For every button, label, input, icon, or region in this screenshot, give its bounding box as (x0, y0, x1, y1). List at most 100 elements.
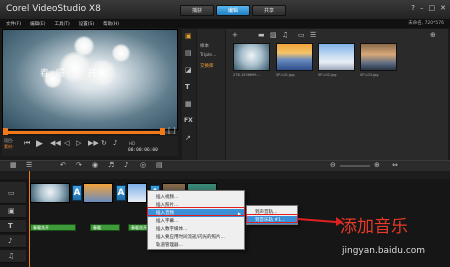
zoom-out-icon[interactable]: ⊖ (330, 162, 336, 169)
storyboard-view-icon[interactable]: ▦ (10, 162, 17, 169)
graphic-icon[interactable]: ▦ (185, 101, 192, 108)
menu-insert-digital-media[interactable]: 插入数字媒体... (148, 225, 244, 233)
menu-help[interactable]: 帮助(H) (103, 21, 119, 27)
window-controls: ? – □ ✕ (411, 4, 446, 12)
zoom-slider[interactable] (340, 165, 370, 167)
menu-tools[interactable]: 工具(T) (54, 21, 69, 27)
subtitle-icon[interactable]: ▤ (156, 162, 163, 169)
library-thumbnail[interactable] (360, 43, 397, 71)
transition-clip[interactable]: A (72, 185, 82, 201)
zoom-slider-icon[interactable]: ⊕ (430, 32, 436, 39)
timeline-toolbar (0, 160, 450, 171)
close-icon[interactable]: ✕ (440, 4, 446, 12)
menu-bar: 文件(F) 编辑(E) 工具(T) 设置(S) 帮助(H) (0, 19, 450, 28)
prev-icon[interactable]: ◁ (64, 140, 69, 147)
help-icon[interactable]: ? (411, 4, 415, 12)
transition-clip[interactable]: A (116, 185, 126, 201)
menu-settings[interactable]: 设置(S) (79, 21, 94, 27)
video-filter-icon[interactable]: ▬ (258, 32, 265, 39)
next-icon[interactable]: ▷ (76, 140, 81, 147)
fx-filter-icon[interactable]: FX (184, 118, 193, 124)
instant-project-icon[interactable]: ▤ (185, 50, 192, 57)
video-clip[interactable] (127, 183, 147, 203)
thumbnail-caption: SP-L02.jpg (318, 73, 337, 77)
sort-icon[interactable]: ☰ (310, 32, 316, 39)
fit-project-icon[interactable]: ⇔ (392, 162, 398, 169)
photo-filter-icon[interactable]: ▨ (270, 32, 277, 39)
project-info: 未命名, 720*576 (408, 21, 444, 26)
sound-mixer-icon[interactable]: ♬ (108, 162, 114, 169)
context-menu: 插入视频... 插入照片... 插入音频 ▶ 插入字幕... 插入数字媒体...… (147, 190, 245, 250)
highlight-box (246, 214, 298, 223)
menu-track-manager[interactable]: 轨道管理器... (148, 241, 244, 249)
menu-insert-timelapse[interactable]: 插入要应用时间流逝/闪光的照片... (148, 233, 244, 241)
menu-insert-video[interactable]: 插入视频... (148, 193, 244, 201)
music-track-icon: ♫ (8, 252, 15, 260)
timeline-ruler[interactable] (0, 171, 450, 179)
clip-mode-label[interactable]: 素材- (4, 144, 13, 150)
transition-icon[interactable]: ◪ (185, 67, 192, 74)
folder-exchange[interactable]: 交换库 (200, 63, 214, 69)
tab-share[interactable]: 共享 (252, 5, 286, 16)
timeline-view-icon[interactable]: ☰ (26, 162, 32, 169)
library-thumbnail[interactable] (233, 43, 270, 71)
auto-music-icon[interactable]: ♪ (124, 162, 128, 169)
app-title: Corel VideoStudio X8 (6, 4, 101, 14)
menu-insert-subtitle[interactable]: 插入字幕... (148, 217, 244, 225)
title-clip[interactable]: 春暖花开 (30, 224, 76, 231)
title-clip[interactable]: 春暖 (90, 224, 120, 231)
trim-end-marker[interactable] (160, 128, 165, 135)
volume-icon[interactable]: ♪ (113, 140, 117, 147)
path-icon[interactable]: ↗ (185, 135, 191, 142)
bracket-icon[interactable]: [ ] (168, 128, 176, 135)
video-clip[interactable] (83, 183, 113, 203)
hd-label[interactable]: HD (129, 141, 135, 146)
menu-file[interactable]: 文件(F) (6, 21, 21, 27)
tab-capture[interactable]: 捕获 (180, 5, 214, 16)
motion-track-icon[interactable]: ◎ (140, 162, 146, 169)
media-icon[interactable]: ▣ (185, 33, 192, 40)
title-icon[interactable]: T (185, 84, 190, 91)
voice-track-header[interactable] (0, 235, 26, 248)
play-icon[interactable]: ▶ (36, 140, 43, 149)
undo-icon[interactable]: ↶ (60, 162, 66, 169)
redo-icon[interactable]: ↷ (76, 162, 82, 169)
audio-filter-icon[interactable]: ♫ (282, 32, 288, 39)
prev-frame-icon[interactable]: ◀◀ (50, 140, 61, 147)
preview-window[interactable] (2, 29, 178, 130)
tab-edit[interactable]: 编辑 (216, 5, 250, 16)
trim-start-marker[interactable] (3, 128, 8, 135)
overlay-track-icon: ▣ (8, 207, 15, 215)
playhead[interactable] (29, 171, 30, 267)
minimize-icon[interactable]: – (420, 4, 424, 12)
menu-edit[interactable]: 编辑(E) (30, 21, 45, 27)
watermark: jingyan.baidu.com (342, 246, 426, 256)
blossom (73, 36, 95, 56)
folder-triple[interactable]: Triple... (200, 53, 216, 58)
record-capture-icon[interactable]: ◉ (92, 162, 98, 169)
title-track-header[interactable] (0, 220, 26, 233)
annotation-callout: 添加音乐 (340, 217, 408, 237)
add-folder-icon[interactable]: + (232, 32, 238, 39)
library-thumbnail[interactable] (318, 43, 355, 71)
import-icon[interactable]: ▭ (298, 32, 305, 39)
highlight-box (147, 207, 245, 216)
video-clip[interactable] (30, 183, 70, 203)
folder-sample[interactable]: 样本 (200, 43, 209, 49)
scrubber-fill (4, 131, 164, 134)
video-track-icon: ▭ (8, 189, 15, 197)
home-icon[interactable]: ⏮ (24, 140, 30, 147)
library-folders: 样本 Triple... 交换库 (197, 29, 225, 160)
blossom (111, 44, 131, 62)
repeat-icon[interactable]: ↻ (101, 140, 107, 147)
voice-track-icon: ♪ (8, 237, 13, 245)
timecode[interactable]: 00:00:06:00 (128, 148, 158, 153)
thumbnail-caption: SP-L03.jpg (360, 73, 379, 77)
library-thumbnail[interactable] (276, 43, 313, 71)
annotation-arrow (297, 217, 343, 226)
zoom-in-icon[interactable]: ⊕ (374, 162, 380, 169)
preview-caption: 春 暖 花 开 (40, 69, 99, 79)
next-frame-icon[interactable]: ▶▶ (88, 140, 99, 147)
thumbnail-caption: SP-L01.jpg (276, 73, 295, 77)
maximize-icon[interactable]: □ (429, 4, 436, 12)
